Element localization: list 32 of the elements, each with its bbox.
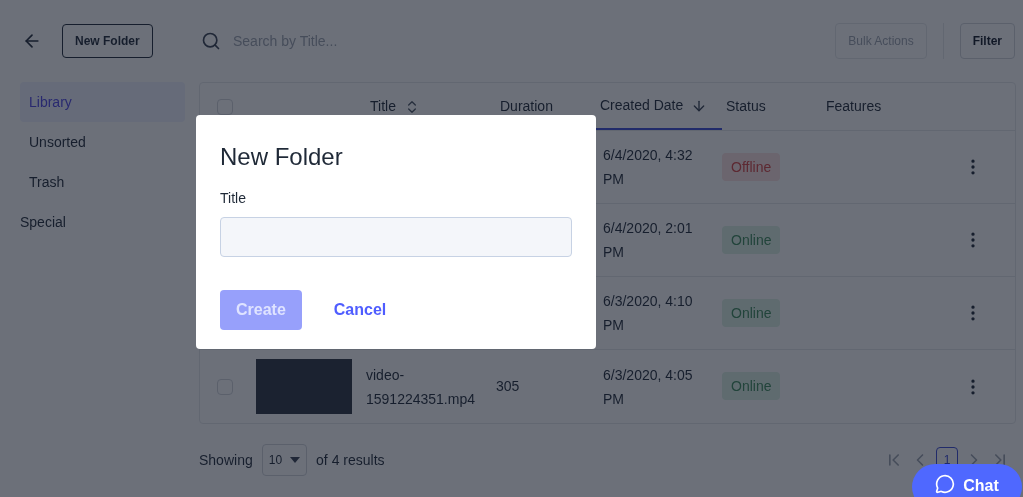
column-header[interactable]: Title [366, 83, 496, 130]
status-badge: Online [722, 298, 781, 327]
cancel-link[interactable]: Cancel [333, 298, 387, 322]
sidebar-item[interactable]: Library [20, 82, 185, 122]
results-count: of 4 results [316, 450, 385, 470]
created-date: 6/3/2020, 4:10 PM [602, 292, 694, 335]
status-badge: Online [722, 225, 781, 254]
caret-icon [290, 457, 301, 463]
chat-button[interactable]: Chat [912, 464, 1022, 497]
video-title: video- 1591224351.mp4 [366, 365, 476, 409]
created-date: 6/4/2020, 4:32 PM [602, 146, 694, 189]
duration-text: 305 [496, 378, 520, 394]
dialog-title: New Folder [220, 143, 344, 171]
page-size-dropdown[interactable]: 10 [261, 444, 308, 476]
title-input-field[interactable] [220, 217, 572, 257]
select-all-checkbox[interactable] [217, 98, 233, 115]
new-folder-button[interactable]: New Folder [62, 24, 153, 58]
filter-button[interactable]: Filter [959, 23, 1015, 59]
status-badge: Online [722, 372, 781, 400]
sidebar-item[interactable]: Unsorted [20, 122, 185, 162]
status-badge: Offline [722, 152, 781, 181]
chat-bubble-icon [935, 474, 956, 494]
sidebar-item[interactable]: Trash [20, 162, 185, 202]
sidebar-section-label[interactable]: Special [20, 202, 185, 242]
created-date: 6/4/2020, 2:01 PM [602, 219, 694, 262]
field-label: Title [220, 189, 246, 208]
created-date: 6/3/2020, 4:05 PM [602, 365, 694, 409]
showing-label: Showing [199, 450, 253, 470]
column-header[interactable]: Created Date [596, 83, 722, 130]
column-header[interactable]: Status [722, 83, 822, 130]
column-header[interactable]: Features [822, 83, 1015, 130]
search-icon [201, 31, 221, 51]
